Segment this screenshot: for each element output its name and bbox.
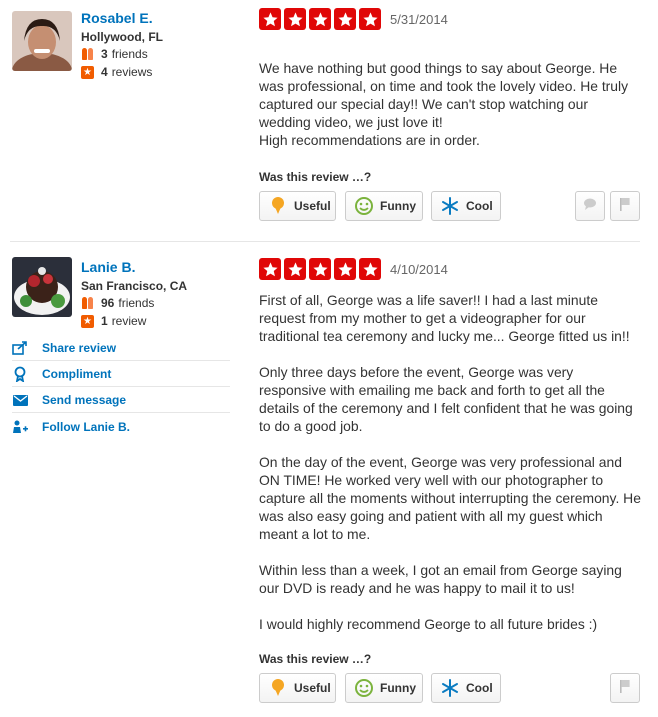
reviews-count: ★ 4 reviews: [81, 65, 152, 79]
star-rating: [259, 8, 381, 30]
review-paragraph: Within less than a week, I got an email …: [259, 562, 622, 596]
review-text: First of all, George was a life saver!! …: [259, 291, 641, 633]
compliment-icon: [12, 366, 28, 382]
lightbulb-icon: [268, 678, 288, 698]
star-icon: [309, 258, 331, 280]
cool-button[interactable]: Cool: [431, 673, 501, 703]
cool-button[interactable]: Cool: [431, 191, 501, 221]
review-text: We have nothing but good things to say a…: [259, 41, 641, 167]
user-location: Hollywood, FL: [81, 30, 163, 44]
star-icon: [309, 8, 331, 30]
star-icon: [334, 8, 356, 30]
review-paragraph: We have nothing but good things to say a…: [259, 60, 629, 148]
flag-icon: [619, 679, 631, 698]
review-item: Lanie B. San Francisco, CA 96 friends ★ 1…: [0, 243, 658, 717]
friends-icon: [81, 47, 95, 61]
useful-button[interactable]: Useful: [259, 191, 336, 221]
review-divider: [10, 241, 640, 242]
flag-icon: [619, 197, 631, 216]
user-avatar[interactable]: [12, 257, 72, 317]
funny-button[interactable]: Funny: [345, 191, 423, 221]
flag-button[interactable]: [610, 191, 640, 221]
funny-button[interactable]: Funny: [345, 673, 423, 703]
reviews-icon: ★: [81, 314, 94, 328]
star-icon: [259, 258, 281, 280]
snowflake-icon: [440, 196, 460, 216]
user-name-link[interactable]: Lanie B.: [81, 259, 135, 275]
comment-button[interactable]: [575, 191, 605, 221]
share-review-link[interactable]: Share review: [12, 336, 230, 361]
follow-icon: [12, 419, 28, 435]
star-rating: [259, 258, 381, 280]
star-icon: [359, 8, 381, 30]
smiley-icon: [354, 678, 374, 698]
review-paragraph: First of all, George was a life saver!! …: [259, 292, 630, 344]
snowflake-icon: [440, 678, 460, 698]
review-date: 5/31/2014: [390, 12, 448, 27]
review-paragraph: I would highly recommend George to all f…: [259, 616, 598, 632]
lightbulb-icon: [268, 196, 288, 216]
review-paragraph: On the day of the event, George was very…: [259, 454, 641, 542]
review-date: 4/10/2014: [390, 262, 448, 277]
friends-count: 96 friends: [81, 296, 154, 310]
star-icon: [334, 258, 356, 280]
follow-user-link[interactable]: Follow Lanie B.: [12, 414, 230, 439]
flag-button[interactable]: [610, 673, 640, 703]
user-location: San Francisco, CA: [81, 279, 188, 293]
send-message-link[interactable]: Send message: [12, 388, 230, 413]
feedback-prompt: Was this review …?: [259, 170, 372, 184]
friends-icon: [81, 296, 95, 310]
star-icon: [259, 8, 281, 30]
feedback-prompt: Was this review …?: [259, 652, 372, 666]
share-icon: [12, 340, 28, 356]
useful-button[interactable]: Useful: [259, 673, 336, 703]
star-icon: [284, 8, 306, 30]
review-paragraph: Only three days before the event, George…: [259, 364, 633, 434]
user-avatar[interactable]: [12, 11, 72, 71]
reviews-count: ★ 1 review: [81, 314, 146, 328]
star-icon: [359, 258, 381, 280]
compliment-link[interactable]: Compliment: [12, 362, 230, 387]
review-item: Rosabel E. Hollywood, FL 3 friends ★ 4 rev…: [0, 0, 658, 243]
comment-icon: [583, 197, 597, 215]
envelope-icon: [12, 392, 28, 408]
reviews-icon: ★: [81, 65, 94, 79]
star-icon: [284, 258, 306, 280]
smiley-icon: [354, 196, 374, 216]
user-name-link[interactable]: Rosabel E.: [81, 10, 153, 26]
friends-count: 3 friends: [81, 47, 148, 61]
